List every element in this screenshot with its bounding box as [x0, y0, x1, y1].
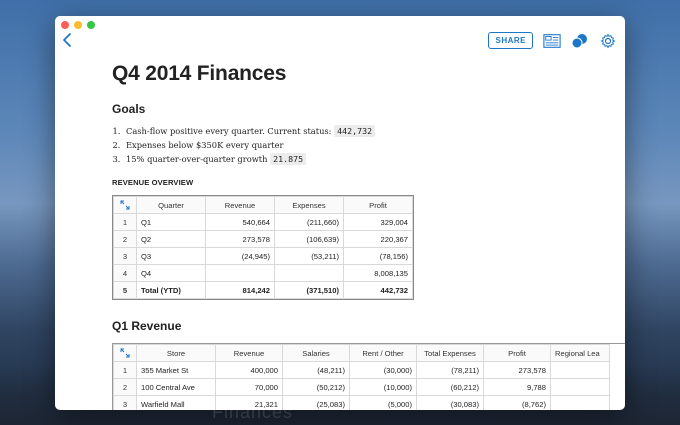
column-header[interactable]: Total Expenses [416, 344, 484, 362]
table-row: 2 Q2 273,578 (106,639) 220,367 [113, 230, 413, 248]
table-cell[interactable]: 355 Market St [136, 361, 216, 379]
table-cell[interactable]: Warfield Mall [136, 395, 216, 410]
table-cell[interactable]: 273,578 [205, 230, 275, 248]
row-number[interactable]: 2 [113, 378, 137, 396]
table-cell[interactable]: 100 Central Ave [136, 378, 216, 396]
column-header[interactable]: Profit [343, 196, 413, 214]
table-cell[interactable] [550, 378, 610, 396]
share-button[interactable]: SHARE [488, 32, 533, 49]
column-header[interactable]: Regional Lea [550, 344, 610, 362]
goal-item: Cash-flow positive every quarter. Curren… [123, 125, 625, 137]
table-cell[interactable]: Q2 [136, 230, 206, 248]
formula-value[interactable]: 21.875 [270, 153, 307, 165]
table-row: 1 Q1 540,664 (211,660) 329,004 [113, 213, 413, 231]
table-row: 3 Q3 (24,945) (53,211) (78,156) [113, 247, 413, 265]
table-cell[interactable]: 814,242 [205, 281, 275, 299]
insert-image-icon[interactable] [543, 33, 561, 49]
table-row: 1 355 Market St 400,000 (48,211) (30,000… [113, 361, 610, 379]
table-expand-corner[interactable] [113, 196, 137, 214]
table-cell[interactable]: Q4 [136, 264, 206, 282]
row-number[interactable]: 4 [113, 264, 137, 282]
row-number[interactable]: 1 [113, 361, 137, 379]
table-cell[interactable]: (53,211) [274, 247, 344, 265]
expand-table-icon[interactable] [120, 200, 130, 210]
table-cell[interactable]: (211,660) [274, 213, 344, 231]
column-header[interactable]: Revenue [205, 196, 275, 214]
column-header[interactable]: Rent / Other [349, 344, 417, 362]
goal-item: 15% quarter-over-quarter growth 21.875 [123, 153, 625, 165]
table-cell[interactable] [550, 395, 610, 410]
table-cell[interactable]: (60,212) [416, 378, 484, 396]
table-expand-corner[interactable] [113, 344, 137, 362]
page-title: Q4 2014 Finances [112, 62, 287, 85]
table-cell[interactable] [205, 264, 275, 282]
row-number[interactable]: 2 [113, 230, 137, 248]
zoom-window-button[interactable] [87, 21, 95, 29]
table-cell[interactable]: (25,083) [282, 395, 350, 410]
toolbar: SHARE [488, 32, 617, 49]
table-cell[interactable]: (371,510) [274, 281, 344, 299]
table-cell[interactable]: (78,156) [343, 247, 413, 265]
close-window-button[interactable] [61, 21, 69, 29]
table-cell[interactable]: (30,000) [349, 361, 417, 379]
table-cell[interactable]: (48,211) [282, 361, 350, 379]
chat-collaborators-icon[interactable] [571, 33, 589, 49]
table-cell[interactable]: Q3 [136, 247, 206, 265]
row-number[interactable]: 5 [113, 281, 137, 299]
table-cell[interactable]: 220,367 [343, 230, 413, 248]
row-number[interactable]: 3 [113, 247, 137, 265]
table-cell[interactable]: (30,083) [416, 395, 484, 410]
table-cell[interactable] [274, 264, 344, 282]
row-number[interactable]: 1 [113, 213, 137, 231]
column-header[interactable]: Profit [483, 344, 551, 362]
table-cell[interactable]: (8,762) [483, 395, 551, 410]
table-cell[interactable]: (24,945) [205, 247, 275, 265]
q1-revenue-table[interactable]: Store Revenue Salaries Rent / Other Tota… [112, 343, 625, 410]
column-header[interactable]: Store [136, 344, 216, 362]
column-header[interactable]: Quarter [136, 196, 206, 214]
table-cell[interactable]: Total (YTD) [136, 281, 206, 299]
window-controls [61, 21, 95, 29]
goals-list: Cash-flow positive every quarter. Curren… [112, 125, 625, 165]
table-cell[interactable]: 273,578 [483, 361, 551, 379]
table-row: 4 Q4 8,008,135 [113, 264, 413, 282]
row-number[interactable]: 3 [113, 395, 137, 410]
table-cell[interactable]: 8,008,135 [343, 264, 413, 282]
revenue-overview-caption: REVENUE OVERVIEW [112, 178, 194, 187]
goals-heading: Goals [112, 102, 146, 116]
table-cell[interactable]: 540,664 [205, 213, 275, 231]
table-cell[interactable]: (106,639) [274, 230, 344, 248]
table-cell[interactable]: 329,004 [343, 213, 413, 231]
document-window: SHARE Q4 2014 Finances Goals Cash-flow p… [55, 16, 625, 410]
goal-item: Expenses below $350K every quarter [123, 140, 625, 150]
table-cell[interactable]: (10,000) [349, 378, 417, 396]
expand-table-icon[interactable] [120, 348, 130, 358]
column-header[interactable]: Expenses [274, 196, 344, 214]
table-cell[interactable]: 442,732 [343, 281, 413, 299]
table-row: 3 Warfield Mall 21,321 (25,083) (5,000) … [113, 395, 610, 410]
formula-value[interactable]: 442,732 [334, 125, 376, 137]
back-chevron-icon[interactable] [60, 32, 76, 48]
document-content: Q4 2014 Finances Goals Cash-flow positiv… [112, 62, 625, 410]
table-row-total: 5 Total (YTD) 814,242 (371,510) 442,732 [113, 281, 413, 299]
column-header[interactable]: Salaries [282, 344, 350, 362]
table-cell[interactable]: 9,788 [483, 378, 551, 396]
column-header[interactable]: Revenue [215, 344, 283, 362]
table-cell[interactable]: 70,000 [215, 378, 283, 396]
minimize-window-button[interactable] [74, 21, 82, 29]
revenue-overview-table[interactable]: Quarter Revenue Expenses Profit 1 Q1 540… [112, 195, 414, 300]
table-cell[interactable] [550, 361, 610, 379]
q1-revenue-heading: Q1 Revenue [112, 319, 182, 333]
table-cell[interactable]: 21,321 [215, 395, 283, 410]
table-cell[interactable]: (78,211) [416, 361, 484, 379]
table-row: 2 100 Central Ave 70,000 (50,212) (10,00… [113, 378, 610, 396]
settings-gear-icon[interactable] [599, 32, 617, 49]
table-cell[interactable]: (5,000) [349, 395, 417, 410]
table-cell[interactable]: (50,212) [282, 378, 350, 396]
table-cell[interactable]: 400,000 [215, 361, 283, 379]
table-cell[interactable]: Q1 [136, 213, 206, 231]
